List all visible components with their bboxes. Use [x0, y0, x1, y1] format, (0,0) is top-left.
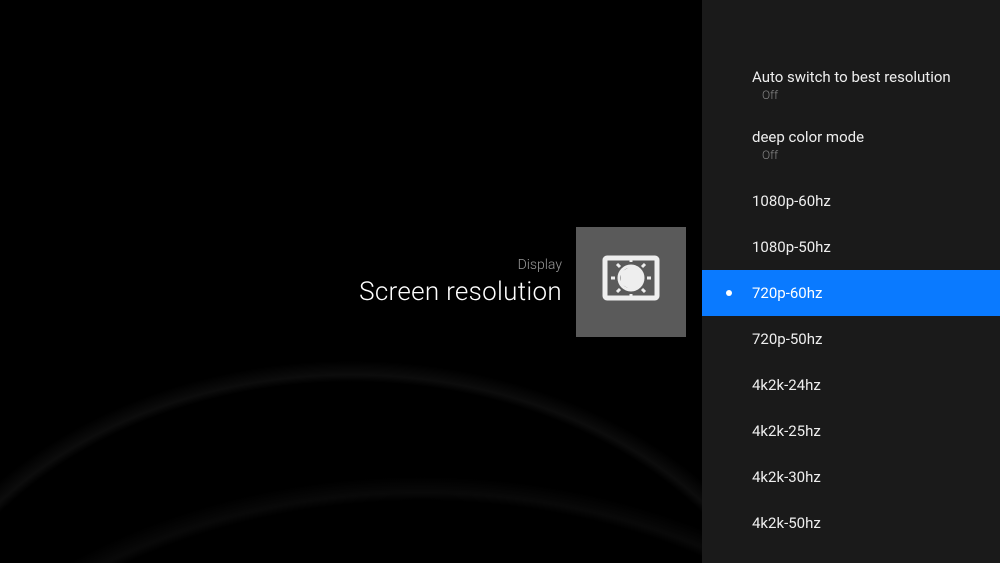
resolution-label: 4k2k-50hz [752, 514, 1000, 532]
resolution-option-1080p-60hz[interactable]: 1080p-60hz [702, 178, 1000, 224]
resolution-label: 1080p-50hz [752, 238, 1000, 256]
toggle-label: Auto switch to best resolution [752, 68, 1000, 86]
resolution-option-4k2k-25hz[interactable]: 4k2k-25hz [702, 408, 1000, 454]
toggle-auto-switch[interactable]: Auto switch to best resolution Off [702, 58, 1000, 112]
header-block: Display Screen resolution [359, 227, 686, 337]
resolution-label: 720p-60hz [752, 284, 1000, 302]
display-icon-tile [576, 227, 686, 337]
breadcrumb: Display [359, 257, 562, 273]
toggle-deep-color[interactable]: deep color mode Off [702, 118, 1000, 172]
toggle-label: deep color mode [752, 128, 1000, 146]
resolution-option-4k2k-24hz[interactable]: 4k2k-24hz [702, 362, 1000, 408]
resolution-label: 4k2k-30hz [752, 468, 1000, 486]
resolution-label: 4k2k-24hz [752, 376, 1000, 394]
resolution-option-720p-50hz[interactable]: 720p-50hz [702, 316, 1000, 362]
toggle-value: Off [752, 88, 1000, 102]
resolution-option-1080p-50hz[interactable]: 1080p-50hz [702, 224, 1000, 270]
page-title: Screen resolution [359, 277, 562, 307]
resolution-label: 720p-50hz [752, 330, 1000, 348]
resolution-option-4k2k-50hz[interactable]: 4k2k-50hz [702, 500, 1000, 546]
toggle-value: Off [752, 148, 1000, 162]
resolution-label: 4k2k-25hz [752, 422, 1000, 440]
resolution-option-720p-60hz[interactable]: 720p-60hz [702, 270, 1000, 316]
brightness-display-icon [599, 248, 663, 316]
resolution-option-4k2k-30hz[interactable]: 4k2k-30hz [702, 454, 1000, 500]
main-panel: Display Screen resolution [0, 0, 702, 563]
options-panel: Auto switch to best resolution Off deep … [702, 0, 1000, 563]
resolution-label: 1080p-60hz [752, 192, 1000, 210]
selected-indicator-icon [726, 290, 732, 296]
header-text: Display Screen resolution [359, 257, 562, 307]
